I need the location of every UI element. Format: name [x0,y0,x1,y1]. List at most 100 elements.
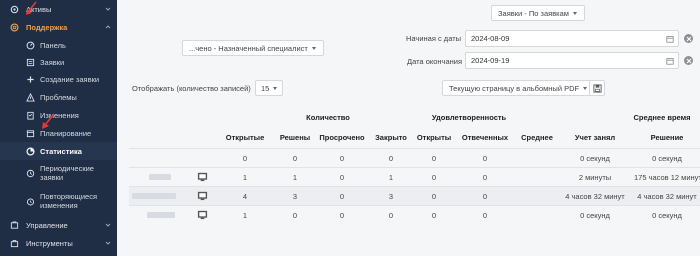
table-cell: 0 [388,154,394,163]
export-format-select[interactable]: Текущую страницу в альбомный PDF [442,80,596,96]
sidebar-item-planning[interactable]: Планирование [0,124,117,142]
table-cell: 1 [292,173,298,182]
recurrent-icon [26,169,35,178]
column-header[interactable]: Открытые [225,133,265,142]
column-header[interactable]: Открыты [415,133,453,142]
redacted-name [149,174,171,180]
column-header[interactable]: Просрочено [318,133,366,142]
management-icon [10,220,19,230]
export-format-value: Текущую страницу в альбомный PDF [449,83,580,93]
column-header[interactable]: Закрыто [372,133,410,142]
main-content: Заявки - По заявкам ...чено - Назначенны… [117,0,700,256]
sidebar-item-recurrent-tickets[interactable]: Периодические заявки [0,162,117,184]
table-cell: 3 [292,192,298,201]
sidebar-item-label: Инструменты [26,238,73,248]
close-icon [686,36,691,41]
group-header-satisfaction: Удовлетворенность [431,113,507,122]
start-date-value: 2024-08-09 [471,34,510,43]
export-button[interactable] [589,80,605,96]
sidebar-item-dashboard[interactable]: Панель [0,36,117,54]
table-cell: 0 [482,154,488,163]
calendar-icon [26,129,35,138]
start-date-input[interactable]: 2024-08-09 [465,30,679,47]
column-header[interactable]: Решены [278,133,312,142]
save-icon [592,83,602,93]
table-cell: 0 [292,154,298,163]
report-type-select[interactable]: Заявки - По заявкам [491,5,585,21]
support-icon [10,22,19,32]
column-header[interactable]: Отвеченных [461,133,509,142]
calendar-icon[interactable] [666,35,674,43]
sidebar-item-changes[interactable]: Изменения [0,106,117,124]
calendar-icon[interactable] [666,57,674,65]
table-cell: 0 секунд [580,154,610,163]
table-cell: 2 минуты [578,173,612,182]
end-date-input[interactable]: 2024-09-19 [465,52,679,69]
display-count-label: Отображать (количество записей) [132,84,251,93]
table-cell: 1 [388,173,394,182]
table-cell: 0 [431,154,437,163]
dashboard-icon [26,41,35,50]
redacted-name [147,212,175,218]
table-cell: 0 [339,211,345,220]
user-card-icon[interactable] [197,190,208,201]
sidebar-item-create-ticket[interactable]: Создание заявки [0,70,117,88]
table-column-header: Открытые Решены Просрочено Закрыто Откры… [129,130,700,148]
clear-start-date-button[interactable] [684,34,693,43]
assignee-select[interactable]: ...чено - Назначенный специалист [182,40,324,56]
table-cell: 0 [482,211,488,220]
sidebar-item-label: Периодические заявки [40,164,94,182]
sidebar-item-recurrent-changes[interactable]: Повторяющиеся изменения [0,190,117,212]
user-card-icon[interactable] [197,209,208,220]
table-cell: 1 [242,211,248,220]
table-cell: 175 часов 12 минут [634,173,700,182]
sidebar-item-label: Поддержка [26,22,68,32]
sidebar-item-assets[interactable]: Активы [0,0,117,18]
clipboard-icon [26,111,35,120]
table-cell: 0 [388,211,394,220]
table-cell: 4 часов 32 минут [637,192,697,201]
table-cell: 0 [339,192,345,201]
warning-icon [26,92,35,102]
user-card-icon[interactable] [197,171,208,182]
table-cell: 3 [388,192,394,201]
end-date-value: 2024-09-19 [471,56,510,65]
sidebar-item-tickets[interactable]: Заявки [0,53,117,71]
column-header[interactable]: Учет занял [564,133,626,142]
sidebar-item-support[interactable]: Поддержка [0,18,117,36]
caret-down-icon [572,11,577,15]
sidebar-item-label: Управление [26,220,68,230]
table-row: 4 3 0 3 0 0 4 часов 32 минут 4 часов 32 … [129,186,700,205]
end-date-label: Дата окончания [407,57,463,66]
chevron-down-icon [105,223,111,227]
clear-end-date-button[interactable] [684,56,693,65]
table-cell: 0 секунд [652,154,682,163]
sidebar-item-label: Повторяющиеся изменения [40,192,98,210]
chevron-up-icon [105,25,111,29]
start-date-label: Начиная с даты [406,34,462,43]
table-cell: 0 [431,192,437,201]
sidebar-item-label: Создание заявки [40,74,100,84]
redacted-name [132,193,176,199]
sidebar-item-problems[interactable]: Проблемы [0,88,117,106]
chevron-down-icon [105,7,111,11]
table-cell: 1 [242,173,248,182]
pointer-arrow-icon [26,1,37,15]
table-cell: 0 [339,173,345,182]
table-cell: 0 [482,192,488,201]
display-count-value: 15 [261,83,270,93]
caret-down-icon [273,86,278,90]
display-count-select[interactable]: 15 [255,80,284,96]
asset-icon [10,5,19,14]
table-cell: 0 [242,154,248,163]
plus-icon [26,75,35,84]
sidebar-item-statistics[interactable]: Статистика [0,142,117,160]
sidebar-item-label: Заявки [40,57,65,67]
table-cell: 4 часов 32 минут [565,192,625,201]
tools-icon [10,239,19,248]
assignee-value: ...чено - Назначенный специалист [189,43,308,53]
column-header[interactable]: Решение [634,133,700,142]
column-header[interactable]: Среднее [517,133,557,142]
sidebar-item-tools[interactable]: Инструменты [0,234,117,252]
sidebar-item-management[interactable]: Управление [0,216,117,234]
